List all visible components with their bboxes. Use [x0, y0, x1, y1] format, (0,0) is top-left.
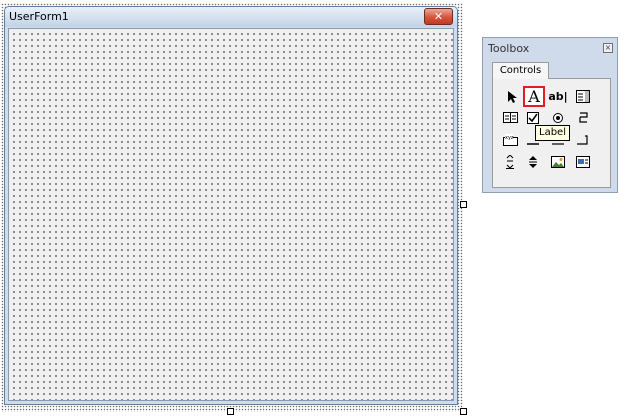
multipage-icon [577, 134, 588, 145]
resize-grip-bottom[interactable] [227, 408, 234, 415]
togglebutton-tool[interactable] [573, 108, 593, 127]
spinbutton-tool[interactable] [523, 152, 543, 171]
listbox-tool[interactable] [500, 108, 520, 127]
userform-title: UserForm1 [9, 10, 69, 23]
pointer-arrow-icon [508, 90, 517, 103]
refedit-icon [576, 155, 590, 168]
close-icon: × [604, 43, 612, 52]
label-tooltip: Label [535, 125, 570, 141]
image-picture-icon [551, 155, 565, 168]
userform-titlebar[interactable]: UserForm1 ✕ [5, 7, 457, 27]
svg-text:xyz: xyz [505, 135, 514, 141]
checkbox-icon [527, 111, 539, 124]
scrollbar-tool[interactable] [500, 152, 520, 171]
toolbox-window[interactable]: Toolbox × Controls A ab| xyz [482, 37, 618, 193]
tab-controls[interactable]: Controls [492, 62, 549, 79]
label-tool[interactable]: A [523, 86, 545, 107]
combobox-icon [576, 90, 590, 103]
resize-grip-right[interactable] [460, 201, 467, 208]
resize-grip-bottom-right[interactable] [460, 408, 467, 415]
toggle-icon [579, 111, 588, 123]
select-objects-tool[interactable] [502, 87, 522, 106]
combobox-tool[interactable] [573, 87, 593, 106]
listbox-icon [502, 112, 518, 123]
toolbox-close-button[interactable]: × [603, 43, 613, 53]
label-a-icon: A [528, 86, 540, 106]
refedit-tool[interactable] [573, 152, 593, 171]
option-radio-icon [553, 112, 563, 123]
frame-tool[interactable]: xyz [500, 130, 520, 149]
userform-design-grid[interactable] [8, 28, 454, 401]
textbox-tool[interactable]: ab| [548, 87, 568, 106]
image-tool[interactable] [548, 152, 568, 171]
close-icon: ✕ [433, 10, 444, 23]
frame-xyz-icon: xyz [502, 133, 518, 146]
userform-window[interactable]: UserForm1 ✕ [4, 6, 458, 405]
toolbox-title: Toolbox [488, 42, 530, 55]
textbox-ab-icon: ab| [548, 90, 568, 103]
multipage-tool[interactable] [573, 130, 593, 149]
scrollbar-icon [506, 154, 514, 169]
close-button[interactable]: ✕ [424, 8, 453, 25]
spin-arrows-icon [529, 155, 537, 168]
